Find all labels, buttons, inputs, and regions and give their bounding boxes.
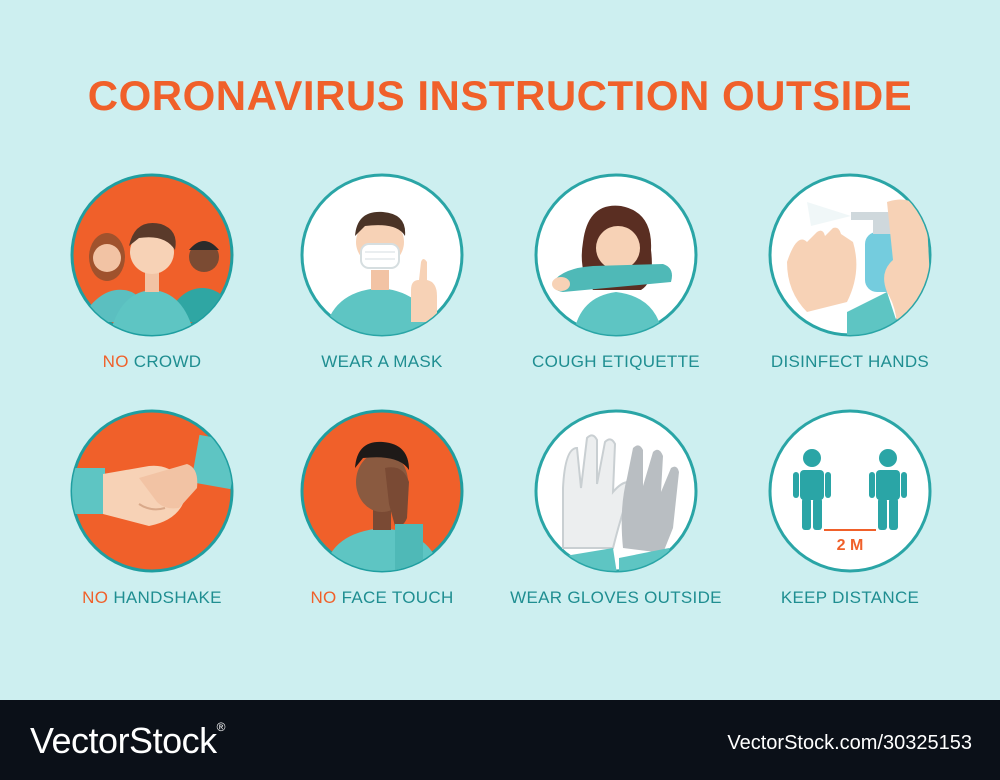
card-no-handshake: NO HANDSHAKE [42,408,262,608]
page-title: CORONAVIRUS INSTRUCTION OUTSIDE [87,72,913,119]
distance-label: 2 M [837,537,864,554]
card-wear-a-mask: WEAR A MASK [272,172,492,372]
caption-wear-a-mask: WEAR A MASK [321,352,443,371]
caption-no-face-touch: NO FACE TOUCH [310,588,454,607]
distance-icon: 2 M [768,409,932,573]
watermark-footer: VectorStock® VectorStock.com/30325153 [0,700,1000,780]
cough-icon [534,173,698,337]
caption-no-handshake: NO HANDSHAKE [82,588,222,607]
image-credit: VectorStock.com/30325153 [727,732,972,754]
brand-logo: VectorStock® [30,720,225,761]
sanitizer-icon [768,173,932,337]
caption-keep-distance: KEEP DISTANCE [780,588,920,607]
caption-cough-etiquette: COUGH ETIQUETTE [532,352,700,371]
caption-wear-gloves-outside: WEAR GLOVES OUTSIDE [510,588,722,607]
poster: CORONAVIRUS INSTRUCTION OUTSIDE NO CROWD [0,0,1000,700]
card-keep-distance: 2 M KEEP DISTANCE [740,408,960,608]
caption-no-crowd: NO CROWD [102,352,202,371]
gloves-icon [534,409,698,573]
card-no-face-touch: NO FACE TOUCH [272,408,492,608]
crowd-icon [70,173,234,337]
card-cough-etiquette: COUGH ETIQUETTE [506,172,726,372]
handshake-icon [70,409,234,573]
face-touch-icon [300,409,464,573]
card-no-crowd: NO CROWD [42,172,262,372]
card-wear-gloves-outside: WEAR GLOVES OUTSIDE [506,408,726,608]
mask-icon [300,173,464,337]
card-disinfect-hands: DISINFECT HANDS [740,172,960,372]
caption-disinfect-hands: DISINFECT HANDS [770,352,930,371]
